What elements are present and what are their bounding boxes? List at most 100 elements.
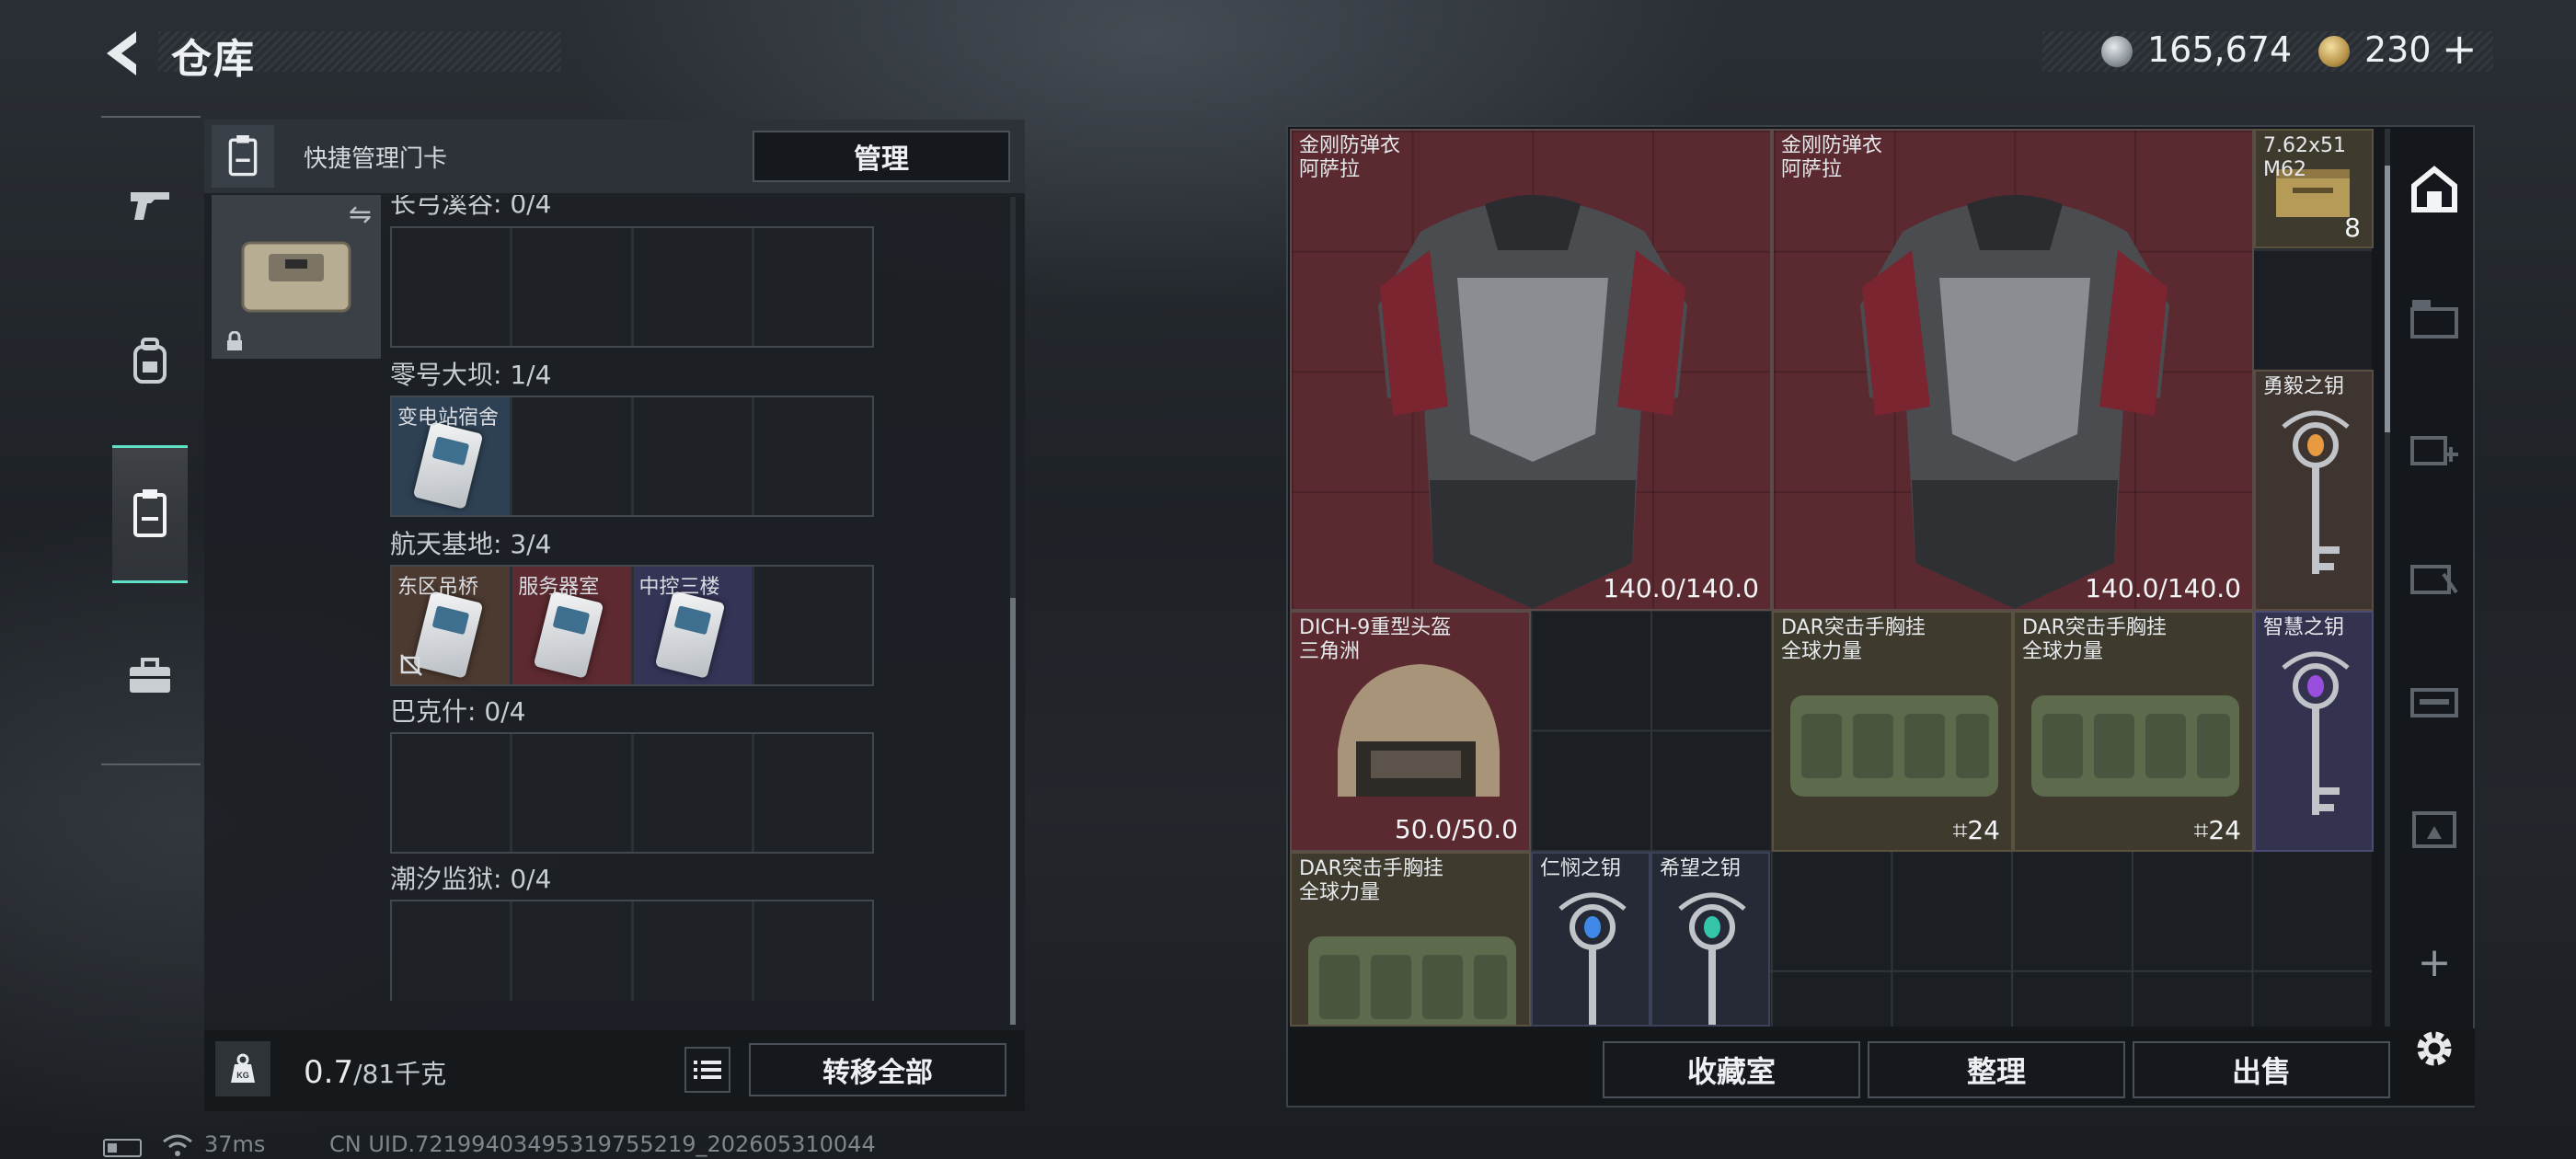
expansion-box-5[interactable] (2407, 800, 2462, 855)
silver-currency-value: 165,674 (2147, 29, 2293, 70)
inventory-item-chest-rig[interactable]: DAR突击手胸挂 全球力量 ⌗24 (2013, 611, 2254, 852)
region-slot-row (390, 226, 874, 348)
item-name: 希望之钥 (1660, 857, 1742, 880)
empty-card-slot[interactable] (633, 228, 752, 346)
inventory-item-key[interactable]: 智慧之钥 (2254, 611, 2374, 852)
page-title: 仓库 (171, 36, 256, 83)
keycard-slot[interactable]: 变电站宿舍 (392, 397, 511, 515)
access-card-icon (412, 421, 484, 510)
body-armor-icon (1378, 195, 1687, 609)
empty-card-slot[interactable] (392, 734, 511, 852)
inventory-scrollbar[interactable] (2385, 129, 2390, 1027)
keycard-slot[interactable]: 服务器室 (512, 567, 631, 684)
expansion-box-3[interactable] (2407, 548, 2462, 603)
ping-value: 37ms (204, 1131, 266, 1157)
tab-weapons[interactable] (112, 136, 188, 274)
empty-card-slot[interactable] (753, 228, 872, 346)
keycard-slot[interactable]: 中控三楼 (633, 567, 752, 684)
item-name: 7.62x51 M62 (2263, 134, 2346, 181)
access-card-icon (533, 591, 604, 679)
keycard-box (212, 125, 274, 188)
item-name: 金刚防弹衣 阿萨拉 (1299, 134, 1401, 181)
storage-scrollbar[interactable] (1010, 197, 1016, 1025)
lock-icon (227, 331, 242, 350)
wifi-icon (163, 1134, 192, 1156)
sell-button[interactable]: 出售 (2133, 1041, 2390, 1098)
inventory-item-armor[interactable]: 金刚防弹衣 阿萨拉 140.0/140.0 (1772, 129, 2254, 611)
scrollbar-thumb[interactable] (2385, 166, 2390, 432)
item-name: DAR突击手胸挂 全球力量 (1299, 857, 1443, 904)
empty-card-slot[interactable] (753, 734, 872, 852)
swap-icon[interactable]: ⇋ (349, 199, 372, 231)
item-name: 勇毅之钥 (2263, 375, 2345, 398)
storage-case-icon (2410, 300, 2458, 339)
list-view-button[interactable] (684, 1047, 730, 1093)
silver-coin-icon (2101, 36, 2133, 67)
briefcase-icon (130, 658, 170, 693)
inventory-item-key[interactable]: 勇毅之钥 (2254, 370, 2374, 611)
region-label: 航天基地: 3/4 (390, 529, 552, 559)
expansion-box-1[interactable] (2407, 291, 2462, 346)
grid-capacity-icon: ⌗ (2193, 815, 2209, 845)
back-arrow-icon[interactable] (99, 28, 145, 79)
empty-card-slot[interactable] (633, 734, 752, 852)
ornate-key-icon (2282, 410, 2350, 574)
settings-button[interactable] (2407, 1021, 2462, 1076)
item-name: DAR突击手胸挂 全球力量 (1781, 616, 1926, 663)
grid-capacity-icon: ⌗ (1952, 815, 1968, 845)
weight-readout: 0.7/81千克 (304, 1054, 446, 1091)
keycard-icon (133, 489, 167, 537)
region-slot-row (390, 732, 874, 854)
svg-text:KG: KG (236, 1071, 249, 1080)
tab-keycards[interactable] (112, 445, 188, 583)
manage-button[interactable]: 管理 (753, 131, 1010, 182)
empty-card-slot[interactable] (753, 397, 872, 515)
item-name: DAR突击手胸挂 全球力量 (2022, 616, 2167, 663)
keycard-name: 服务器室 (518, 576, 600, 599)
weight-icon: KG (215, 1041, 270, 1096)
battery-icon (103, 1139, 142, 1157)
inventory-item-armor[interactable]: 金刚防弹衣 阿萨拉 140.0/140.0 (1290, 129, 1772, 611)
user-uid: CN UID.7219940349531975521​9_20260531004… (329, 1131, 876, 1157)
inventory-item-key[interactable]: 仁悯之钥 (1531, 852, 1650, 1027)
no-trade-icon (400, 654, 422, 676)
sort-button[interactable]: 整理 (1868, 1041, 2125, 1098)
weight-current: 0.7 (304, 1054, 354, 1091)
tab-equipment[interactable] (112, 293, 188, 430)
empty-card-slot[interactable] (633, 397, 752, 515)
inventory-item-ammo[interactable]: 7.62x51 M62 8 (2254, 129, 2374, 248)
inventory-item-chest-rig[interactable]: DAR突击手胸挂 全球力量 (1290, 852, 1531, 1027)
inventory-item-chest-rig[interactable]: DAR突击手胸挂 全球力量 ⌗24 (1772, 611, 2013, 852)
gold-coin-icon (2318, 36, 2350, 67)
empty-card-slot[interactable] (512, 228, 631, 346)
plus-icon: + (2417, 938, 2452, 986)
collection-room-button[interactable]: 收藏室 (1603, 1041, 1860, 1098)
gear-icon (2417, 1031, 2452, 1066)
transfer-all-button[interactable]: 转移全部 (749, 1043, 1006, 1096)
medical-case-icon (2410, 565, 2458, 594)
keycard-name: 东区吊桥 (397, 576, 479, 599)
expansion-box-4[interactable] (2407, 671, 2462, 727)
warehouse-tab-button[interactable] (2407, 162, 2462, 217)
inventory-item-helmet[interactable]: DICH-9重型头盔 三角洲 50.0/50.0 (1290, 611, 1531, 852)
warehouse-icon (2411, 166, 2457, 212)
weapon-case-icon (2410, 688, 2458, 717)
add-currency-button[interactable]: + (2442, 24, 2478, 74)
add-expansion-button[interactable]: + (2407, 935, 2462, 990)
backpack-icon (133, 338, 167, 384)
scrollbar-thumb[interactable] (1010, 598, 1016, 1025)
empty-card-slot[interactable] (392, 228, 511, 346)
access-card-icon (412, 591, 484, 679)
item-durability: 140.0/140.0 (2085, 573, 2241, 603)
keycard-holder-slot[interactable]: ⇋ (212, 195, 381, 359)
inventory-item-key[interactable]: 希望之钥 (1650, 852, 1770, 1027)
keycard-name: 中控三楼 (638, 576, 720, 599)
tab-items[interactable] (112, 607, 188, 745)
add-case-icon (2410, 436, 2458, 465)
expansion-box-2[interactable] (2407, 419, 2462, 475)
empty-card-slot[interactable] (512, 397, 631, 515)
item-name: 仁悯之钥 (1540, 857, 1622, 880)
keycard-slot[interactable]: 东区吊桥 (392, 567, 511, 684)
empty-card-slot[interactable] (512, 734, 631, 852)
empty-card-slot[interactable] (753, 567, 872, 684)
